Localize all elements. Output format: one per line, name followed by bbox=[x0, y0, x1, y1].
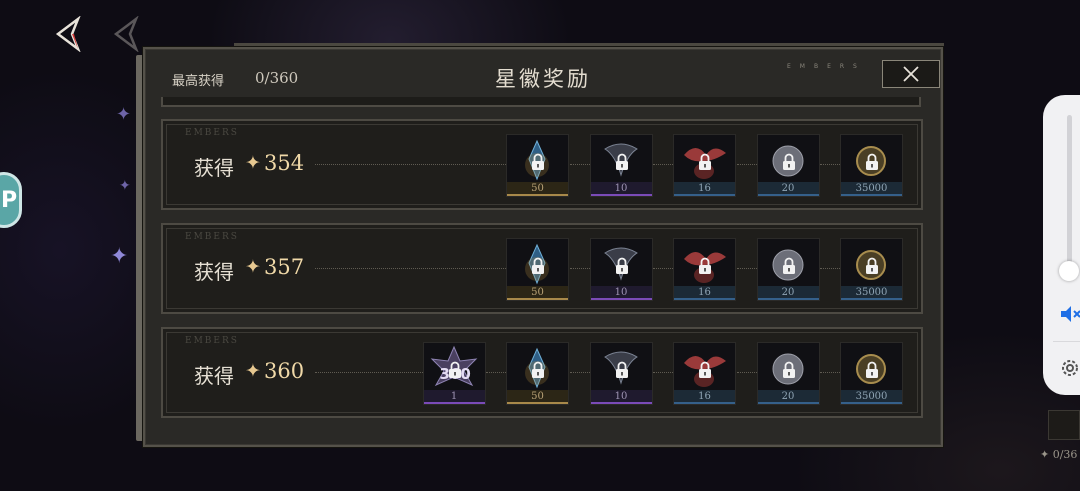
reward-slot[interactable]: 20 bbox=[756, 238, 820, 301]
dotted-connector bbox=[820, 372, 840, 373]
row-tag: EMBERS bbox=[185, 336, 239, 346]
dotted-connector bbox=[736, 164, 757, 165]
reward-count: 50 bbox=[507, 390, 568, 404]
reward-count: 10 bbox=[590, 182, 652, 196]
lock-icon bbox=[615, 153, 628, 170]
reward-slot[interactable]: 20 bbox=[756, 134, 820, 197]
dotted-connector bbox=[315, 372, 423, 373]
reward-slot[interactable]: 16 bbox=[673, 342, 736, 405]
reward-count: 10 bbox=[590, 390, 652, 404]
reward-slot[interactable]: 10 bbox=[589, 134, 653, 197]
dotted-connector bbox=[569, 372, 590, 373]
reward-dialog: 最高获得 0/360 星徽奖励 EMBERS EMBERS 获得 ✦ 354 50 10 1… bbox=[143, 47, 943, 447]
dialog-header: 最高获得 0/360 星徽奖励 EMBERS bbox=[145, 49, 941, 101]
dotted-connector bbox=[569, 268, 590, 269]
reward-count: 16 bbox=[674, 390, 735, 404]
reward-slot[interactable]: 16 bbox=[673, 238, 736, 301]
lock-icon bbox=[866, 257, 878, 274]
header-decoration: EMBERS bbox=[787, 63, 866, 70]
star-icon: ✦ bbox=[245, 256, 261, 278]
lock-icon bbox=[866, 361, 878, 378]
reward-count: 35000 bbox=[841, 390, 902, 404]
lock-icon bbox=[532, 257, 544, 274]
dotted-connector bbox=[736, 268, 757, 269]
reward-slot[interactable]: 50 bbox=[506, 134, 569, 197]
tier-threshold: 354 bbox=[264, 151, 305, 175]
lock-icon bbox=[782, 257, 795, 274]
dotted-connector bbox=[315, 164, 506, 165]
reward-slot[interactable]: 35000 bbox=[840, 134, 903, 197]
reward-slot[interactable]: 35000 bbox=[840, 342, 903, 405]
lock-icon bbox=[532, 153, 544, 170]
star-icon: ✦ bbox=[245, 360, 261, 382]
tier-threshold: 357 bbox=[264, 255, 305, 279]
speaker-muted-icon[interactable] bbox=[1059, 303, 1080, 325]
tier-label: 获得 bbox=[194, 364, 234, 388]
reward-slot[interactable]: 16 bbox=[673, 134, 736, 197]
lock-icon bbox=[699, 257, 711, 274]
star-icon: ✦ bbox=[245, 152, 261, 174]
gear-icon[interactable] bbox=[1059, 357, 1080, 379]
reward-tier-row: EMBERS 获得 ✦ 354 50 10 16 20 35000 bbox=[161, 119, 923, 210]
reward-slot[interactable]: 10 bbox=[589, 238, 653, 301]
tier-label: 获得 bbox=[194, 156, 234, 180]
reward-count: 16 bbox=[674, 286, 735, 300]
row-tag: EMBERS bbox=[185, 128, 239, 138]
reward-slot[interactable]: 35000 bbox=[840, 238, 903, 301]
reward-count: 16 bbox=[674, 182, 735, 196]
reward-count: 50 bbox=[507, 286, 568, 300]
tier-threshold: 360 bbox=[264, 359, 305, 383]
reward-count: 1 bbox=[423, 390, 485, 404]
reward-slot[interactable]: 50 bbox=[506, 238, 569, 301]
dotted-connector bbox=[486, 372, 506, 373]
close-icon bbox=[903, 66, 919, 82]
dotted-connector bbox=[315, 268, 506, 269]
lock-icon bbox=[532, 361, 544, 378]
sparkle-icon: ✦ bbox=[116, 104, 132, 125]
reward-slot[interactable]: 20 bbox=[756, 342, 820, 405]
volume-slider-thumb[interactable] bbox=[1059, 261, 1079, 281]
reward-count: 20 bbox=[757, 182, 819, 196]
reward-count: 20 bbox=[757, 390, 819, 404]
dotted-connector bbox=[653, 268, 673, 269]
reward-count: 35000 bbox=[841, 182, 902, 196]
secondary-back-arrow-icon bbox=[113, 16, 139, 52]
close-button[interactable] bbox=[882, 60, 940, 88]
side-avatar-button[interactable]: P bbox=[0, 172, 22, 228]
lock-icon bbox=[782, 361, 795, 378]
volume-panel bbox=[1043, 95, 1080, 395]
lock-icon bbox=[699, 361, 711, 378]
dotted-connector bbox=[653, 164, 673, 165]
lock-icon bbox=[448, 361, 461, 378]
back-arrow-icon[interactable] bbox=[54, 16, 84, 52]
sparkle-icon: ✦ bbox=[119, 178, 131, 194]
reward-count: 10 bbox=[590, 286, 652, 300]
treasure-chest-icon[interactable] bbox=[1048, 410, 1080, 440]
dotted-connector bbox=[820, 164, 840, 165]
corner-progress-text: ✦ 0/36 bbox=[1040, 448, 1078, 461]
reward-slot[interactable]: 50 bbox=[506, 342, 569, 405]
dotted-connector bbox=[736, 372, 757, 373]
reward-slot[interactable]: 3601 bbox=[422, 342, 486, 405]
previous-row-edge bbox=[161, 97, 921, 107]
dotted-connector bbox=[820, 268, 840, 269]
lock-icon bbox=[615, 361, 628, 378]
reward-tier-row: EMBERS 获得 ✦360 3601 50 10 16 20 35000 bbox=[161, 327, 923, 418]
volume-slider-track[interactable] bbox=[1067, 115, 1072, 275]
reward-count: 20 bbox=[757, 286, 819, 300]
tier-label: 获得 bbox=[194, 260, 234, 284]
sparkle-icon: ✦ bbox=[110, 244, 129, 269]
lock-icon bbox=[699, 153, 711, 170]
reward-count: 35000 bbox=[841, 286, 902, 300]
volume-divider bbox=[1053, 341, 1080, 342]
dotted-connector bbox=[653, 372, 673, 373]
reward-slot[interactable]: 10 bbox=[589, 342, 653, 405]
reward-tier-row: EMBERS 获得 ✦ 357 50 10 16 20 35000 bbox=[161, 223, 923, 314]
row-tag: EMBERS bbox=[185, 232, 239, 242]
reward-count: 50 bbox=[507, 182, 568, 196]
lock-icon bbox=[782, 153, 795, 170]
lock-icon bbox=[615, 257, 628, 274]
lock-icon bbox=[866, 153, 878, 170]
dotted-connector bbox=[569, 164, 590, 165]
